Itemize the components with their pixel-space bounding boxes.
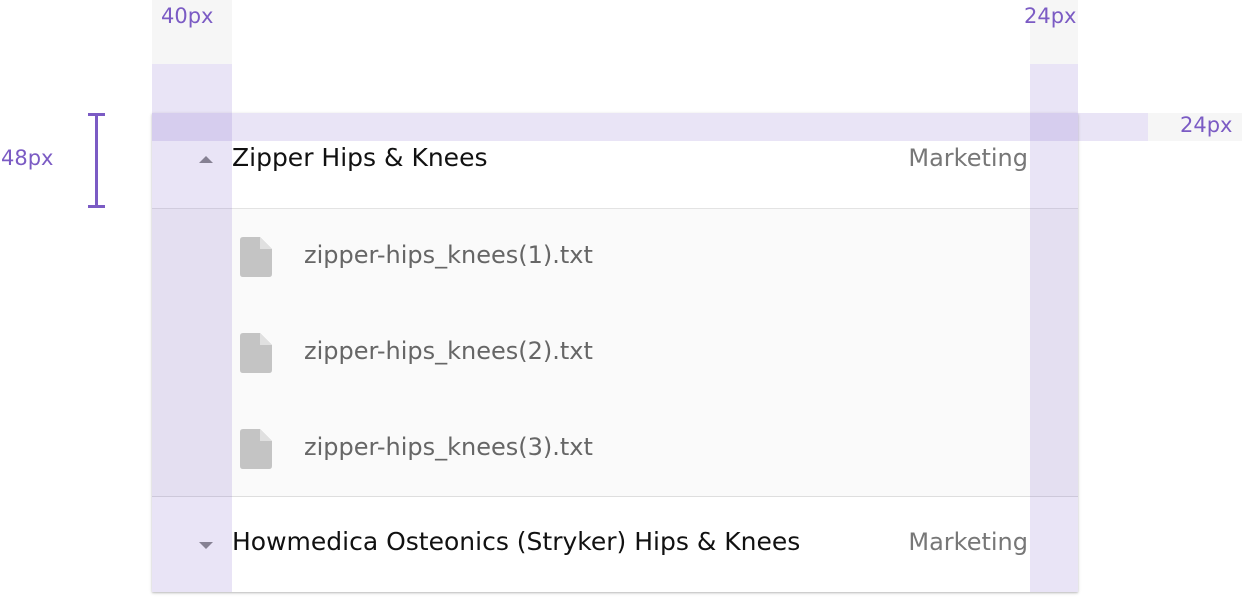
list-item[interactable]: zipper-hips_knees(2).txt: [152, 305, 1078, 402]
row-height-bracket: [95, 113, 98, 208]
left-padding-guide: [152, 64, 232, 592]
file-icon: [240, 333, 272, 373]
group-category: Marketing: [908, 144, 1028, 172]
file-icon: [240, 237, 272, 277]
list-group-header[interactable]: Howmedica Osteonics (Stryker) Hips & Kne…: [152, 497, 1078, 592]
file-name: zipper-hips_knees(2).txt: [304, 337, 593, 365]
group-title: Howmedica Osteonics (Stryker) Hips & Kne…: [232, 527, 801, 556]
file-name: zipper-hips_knees(1).txt: [304, 241, 593, 269]
left-padding-label: 40px: [161, 4, 214, 28]
row-height-bracket-bottom-cap: [88, 205, 105, 208]
expandable-list: Zipper Hips & Knees Marketing zipper-hip…: [152, 113, 1078, 592]
group-category: Marketing: [908, 528, 1028, 556]
list-item[interactable]: zipper-hips_knees(3).txt: [152, 401, 1078, 497]
right-padding-label: 24px: [1024, 4, 1077, 28]
right-padding-guide: [1030, 64, 1078, 592]
group-title: Zipper Hips & Knees: [232, 143, 488, 172]
list-item[interactable]: zipper-hips_knees(1).txt: [152, 209, 1078, 306]
top-padding-label: 24px: [1180, 113, 1233, 137]
top-padding-guide: [152, 113, 1148, 141]
row-height-label: 48px: [1, 146, 54, 170]
file-icon: [240, 429, 272, 469]
row-height-bracket-top-cap: [88, 113, 105, 116]
file-name: zipper-hips_knees(3).txt: [304, 433, 593, 461]
